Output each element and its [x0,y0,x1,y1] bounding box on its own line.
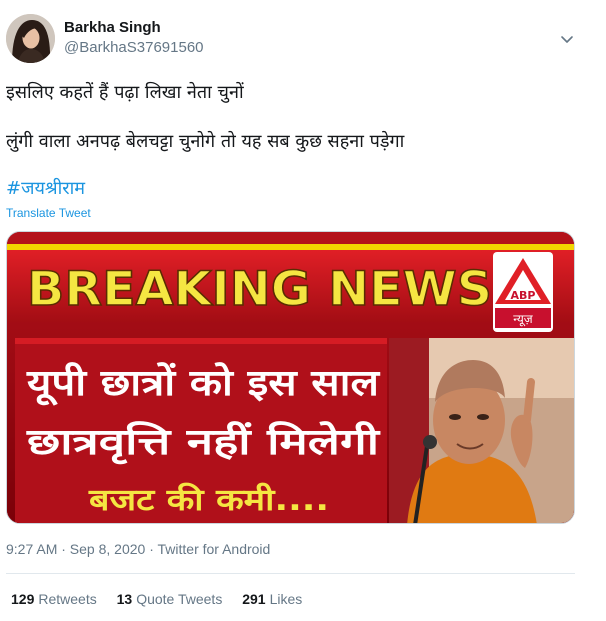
retweets-count: 129 [11,591,35,607]
engagement-stats: 129 Retweets 13 Quote Tweets 291 Likes [11,591,318,607]
translate-tweet-link[interactable]: Translate Tweet [6,206,91,220]
abp-logo: ABP न्यूज़ [493,252,553,332]
likes-stat[interactable]: 291 Likes [242,591,302,607]
likes-count: 291 [242,591,266,607]
banner-text: BREAKING NEWS [27,262,492,317]
quote-tweets-stat[interactable]: 13 Quote Tweets [117,591,223,607]
abp-logo-text: ABP [511,289,536,302]
headline-subline: बजट की कमी.... [88,482,329,518]
headline-line1: यूपी छात्रों को इस साल [26,362,381,406]
abp-logo-subtext: न्यूज़ [513,312,534,327]
tweet-text-line: इसलिए कहतें हैं पढ़ा लिखा नेता चुनों [6,82,244,103]
avatar[interactable] [6,14,55,63]
quotes-count: 13 [116,591,133,607]
hashtag-link[interactable]: #जयश्रीराम [6,176,85,200]
author-handle[interactable]: @BarkhaS37691560 [64,39,204,56]
divider [6,573,575,574]
tweet-card: Barkha Singh @BarkhaS37691560 इसलिए कहते… [0,0,606,621]
quotes-label: Quote Tweets [136,591,223,607]
tweet-timestamp[interactable]: 9:27 AM · Sep 8, 2020 · Twitter for Andr… [6,541,270,557]
headline-line2: छात्रवृत्ति नहीं मिलेगी [26,421,382,465]
retweets-stat[interactable]: 129 Retweets [11,591,97,607]
tweet-text-line: लुंगी वाला अनपढ़ बेलचट्टा चुनोगे तो यह स… [6,131,405,152]
retweets-label: Retweets [38,591,97,607]
speaker-photo [389,338,574,523]
tweet-media-image[interactable]: BREAKING NEWS ABP न्यूज़ यूपी छात्रों को… [6,231,575,524]
chevron-down-icon[interactable] [558,30,576,48]
author-name[interactable]: Barkha Singh [64,19,161,36]
likes-label: Likes [269,591,303,607]
